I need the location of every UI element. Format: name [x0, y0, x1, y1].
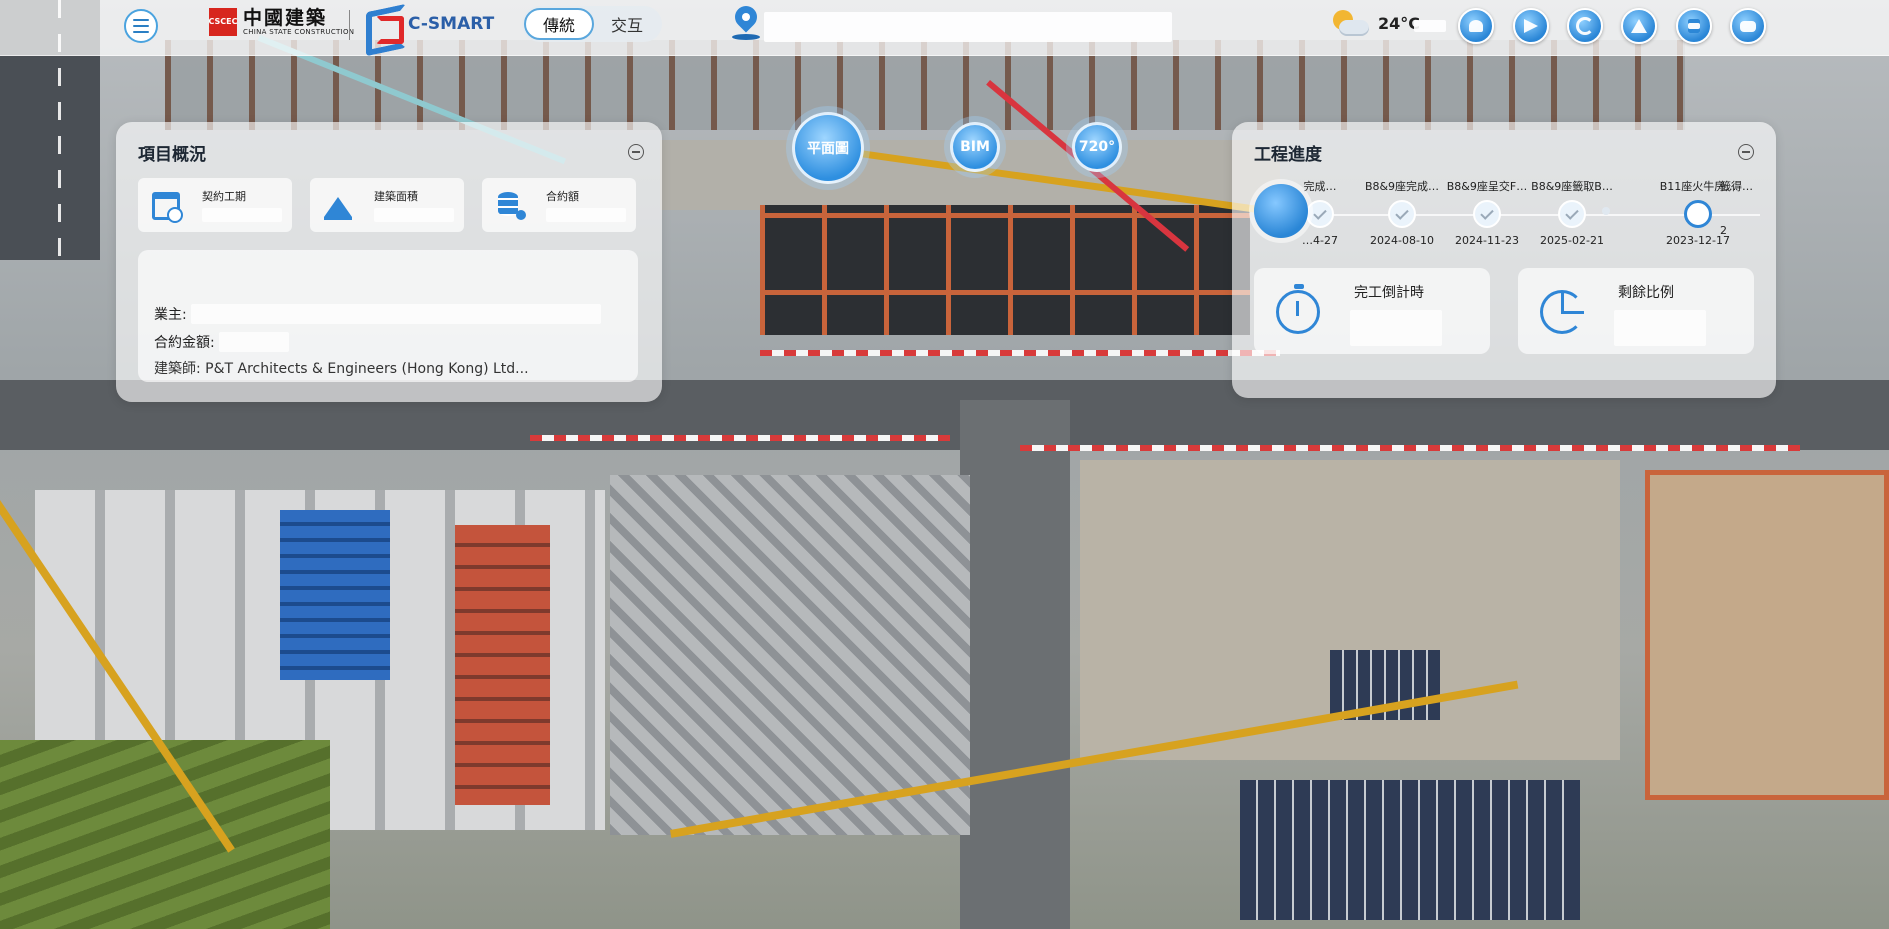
check-icon: [1473, 200, 1501, 228]
check-icon: [1306, 200, 1334, 228]
kpi-value: [1614, 310, 1706, 346]
top-bar: CSCEC 中國建築 CHINA STATE CONSTRUCTION C-SM…: [0, 0, 1889, 56]
milestone[interactable]: B8&9座完成… 2024-08-10: [1358, 178, 1446, 247]
current-marker-icon: [1684, 200, 1712, 228]
dot-icon: [1602, 207, 1610, 215]
mode-switch: 傳統 交互: [522, 6, 662, 42]
stat-value: [374, 208, 454, 222]
tab-traditional[interactable]: 傳統: [524, 8, 594, 40]
contract-amount-row: 合約金額:: [154, 332, 289, 352]
csmart-logo-icon: [362, 4, 404, 44]
cscec-logo: CSCEC 中國建築 CHINA STATE CONSTRUCTION: [209, 8, 354, 36]
area-chart-icon: [324, 192, 352, 220]
milestone-name: B8&9座完成…: [1364, 180, 1440, 193]
stopwatch-icon: [1276, 284, 1320, 334]
milestone-date: 2024-08-10: [1370, 234, 1434, 247]
menu-icon: [133, 31, 149, 33]
owner-value: [190, 304, 601, 324]
cscec-logo-mark: CSCEC: [209, 8, 238, 36]
database-icon: [496, 192, 526, 220]
send-icon[interactable]: [1513, 8, 1549, 44]
dirt-area: [1645, 470, 1889, 800]
milestone-date: 2025-02-21: [1540, 234, 1604, 247]
collapse-icon[interactable]: [1738, 144, 1754, 160]
tab-interactive[interactable]: 交互: [594, 8, 660, 40]
kpi-label: 完工倒計時: [1354, 285, 1424, 301]
milestone-date: 2024-11-23: [1455, 234, 1519, 247]
location-search-input[interactable]: [764, 12, 1172, 42]
sync-icon[interactable]: [1567, 8, 1603, 44]
stat-value: [202, 208, 282, 222]
project-info: 業主: 合約金額: 建築師: P&T Architects & Engineer…: [138, 250, 638, 382]
milestone[interactable]: B8&9座呈交F… 2024-11-23: [1443, 178, 1531, 247]
contract-amount-value: [218, 332, 289, 352]
completion-countdown: 完工倒計時: [1254, 268, 1490, 354]
owner-label: 業主:: [154, 307, 187, 323]
kpi-label: 剩餘比例: [1618, 285, 1674, 301]
location-pin-icon[interactable]: [730, 6, 760, 42]
timeline-scroll-handle[interactable]: [1254, 184, 1308, 238]
weather-detail: [1414, 20, 1446, 32]
concrete-structure: [610, 475, 970, 835]
list-icon[interactable]: [1676, 8, 1712, 44]
logo-divider: [349, 10, 350, 40]
stat-label: 合約額: [546, 190, 579, 203]
stat-label: 契約工期: [202, 190, 246, 203]
bim-view-button[interactable]: BIM: [950, 122, 1000, 172]
pie-chart-icon: [1540, 290, 1584, 334]
csmart-logo: C-SMART: [362, 4, 494, 44]
barrier-line: [1020, 445, 1800, 451]
panorama-view-button[interactable]: 720°: [1072, 122, 1122, 172]
stat-contract-period: 契約工期: [138, 178, 292, 232]
milestone-name: [1584, 178, 1628, 191]
calendar-icon: [152, 192, 183, 223]
milestone-name: 籤得…: [1720, 180, 1753, 193]
owner-row: 業主:: [154, 304, 601, 324]
project-progress-panel: 工程進度 完成… …4-27 B8&9座完成… 2024-08-10 B8&9座…: [1232, 122, 1776, 398]
company-name-en: CHINA STATE CONSTRUCTION: [243, 28, 355, 36]
stat-contract-amount: 合約額: [482, 178, 636, 232]
stat-value: [546, 208, 626, 222]
menu-icon: [133, 25, 149, 27]
barrier-line: [530, 435, 950, 441]
remaining-ratio: 剩餘比例: [1518, 268, 1754, 354]
blue-containers: [280, 510, 390, 680]
product-name: C-SMART: [408, 14, 495, 34]
milestone-date: 2: [1720, 224, 1727, 237]
menu-button[interactable]: [124, 9, 158, 43]
project-overview-panel: 項目概況 契約工期 建築面積 合約額 業主: 合約金額: 建築師: P&T Ar…: [116, 122, 662, 402]
excavation-pit-center: [760, 205, 1250, 335]
red-formwork-block: [455, 525, 550, 805]
check-icon: [1558, 200, 1586, 228]
panel-title: 工程進度: [1254, 145, 1322, 165]
check-icon: [1388, 200, 1416, 228]
menu-icon: [133, 19, 149, 21]
grass-field: [0, 740, 330, 929]
stat-building-area: 建築面積: [310, 178, 464, 232]
milestone-timeline[interactable]: 完成… …4-27 B8&9座完成… 2024-08-10 B8&9座呈交F… …: [1256, 178, 1760, 248]
partly-cloudy-icon: [1333, 10, 1369, 38]
milestone[interactable]: [1584, 178, 1628, 215]
milestone-name: B8&9座呈交F…: [1446, 180, 1528, 193]
collapse-icon[interactable]: [628, 144, 644, 160]
contract-amount-label: 合約金額:: [154, 335, 215, 351]
milestone[interactable]: 籤得… 2: [1720, 178, 1760, 237]
warning-icon[interactable]: [1621, 8, 1657, 44]
panel-title: 項目概況: [138, 145, 206, 165]
kpi-value: [1350, 310, 1442, 346]
plan-view-button[interactable]: 平面圖: [792, 112, 864, 184]
site-road-vertical: [960, 400, 1070, 929]
architect-row: 建築師: P&T Architects & Engineers (Hong Ko…: [154, 361, 529, 377]
solar-panels: [1240, 780, 1580, 920]
user-icon[interactable]: [1458, 8, 1494, 44]
robot-icon[interactable]: [1730, 8, 1766, 44]
stat-label: 建築面積: [374, 190, 418, 203]
company-name-cn: 中國建築: [243, 7, 328, 29]
barrier-line: [760, 350, 1280, 356]
